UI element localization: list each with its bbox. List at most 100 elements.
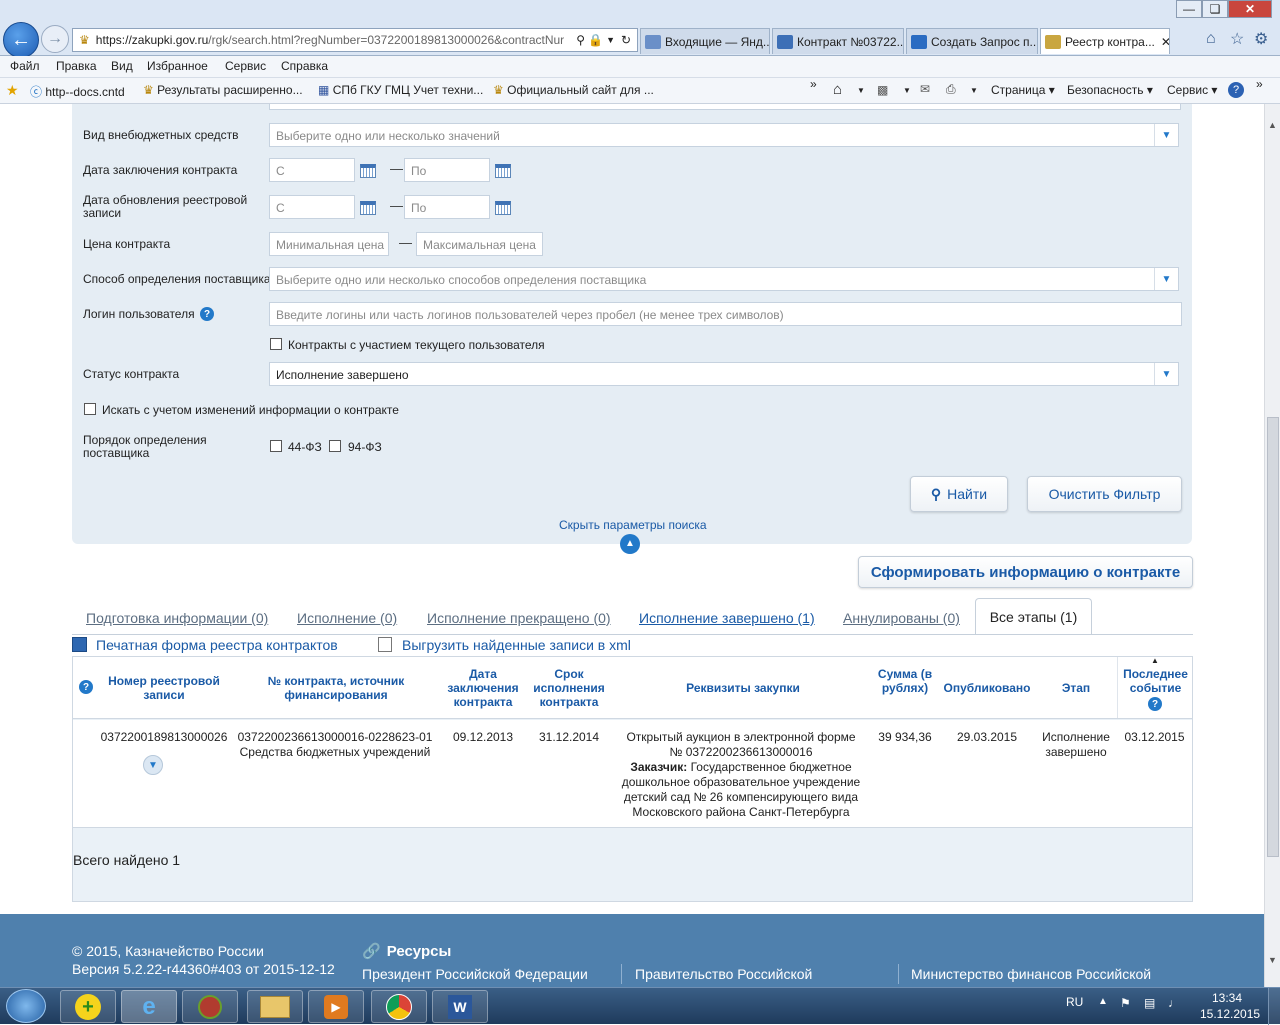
export-xml-link[interactable]: Выгрузить найденные записи в xml bbox=[378, 637, 631, 653]
favorite-results[interactable]: ♛ Результаты расширенно... bbox=[143, 83, 303, 97]
taskbar-chrome[interactable] bbox=[371, 990, 427, 1023]
col-sum[interactable]: Сумма (в рублях) bbox=[875, 667, 935, 695]
help-icon[interactable]: ? bbox=[1228, 82, 1244, 98]
find-button[interactable]: ⚲ Найти bbox=[910, 476, 1008, 512]
conclusion-date-to[interactable]: По bbox=[404, 158, 490, 182]
taskbar-ie[interactable]: e bbox=[121, 990, 177, 1023]
language-indicator[interactable]: RU bbox=[1066, 995, 1083, 1009]
contract-number[interactable]: 0372200236613000016-0228623-01 bbox=[235, 730, 435, 745]
command-security[interactable]: Безопасность ▾ bbox=[1067, 83, 1153, 97]
chevron-down-icon[interactable]: ▼ bbox=[1154, 363, 1178, 385]
price-min-input[interactable]: Минимальная цена bbox=[269, 232, 389, 256]
chevron-icon[interactable]: » bbox=[1256, 77, 1263, 91]
hide-search-link[interactable]: Скрыть параметры поиска bbox=[559, 518, 707, 532]
chevron-down-icon[interactable]: ▼ bbox=[1154, 268, 1178, 290]
dropdown-icon[interactable]: ▼ bbox=[903, 86, 911, 95]
taskbar-explorer[interactable] bbox=[247, 990, 303, 1023]
status-select[interactable]: Исполнение завершено ▼ bbox=[269, 362, 1179, 386]
tab-execution[interactable]: Исполнение (0) bbox=[297, 610, 397, 626]
scroll-up-icon[interactable]: ▲ bbox=[1268, 120, 1277, 130]
last-event-col[interactable]: ▲ Последнее событие ? bbox=[1117, 656, 1192, 718]
help-icon[interactable]: ? bbox=[200, 307, 214, 321]
tab-annulled[interactable]: Аннулированы (0) bbox=[843, 610, 960, 626]
current-user-checkbox[interactable] bbox=[270, 338, 282, 350]
expand-row-icon[interactable]: ▼ bbox=[143, 755, 163, 775]
volume-icon[interactable]: ♩ bbox=[1168, 996, 1180, 1010]
update-date-from[interactable]: С bbox=[269, 195, 355, 219]
collapse-up-icon[interactable]: ▲ bbox=[620, 534, 640, 554]
col-contract-number[interactable]: № контракта, источник финансирования bbox=[243, 674, 429, 702]
calendar-icon[interactable] bbox=[360, 164, 376, 178]
print-link[interactable]: Печатная форма реестра контрактов bbox=[72, 637, 338, 653]
vertical-scrollbar[interactable]: ▲ ▼ bbox=[1264, 104, 1280, 987]
scroll-down-icon[interactable]: ▼ bbox=[1268, 955, 1277, 965]
lock-icon[interactable]: 🔒 bbox=[588, 33, 603, 47]
home-icon[interactable]: ⌂ bbox=[1206, 30, 1216, 48]
col-stage[interactable]: Этап bbox=[1047, 681, 1105, 695]
rss-icon[interactable]: ▩ bbox=[877, 83, 888, 97]
menu-file[interactable]: Файл bbox=[10, 59, 40, 73]
chevron-down-icon[interactable]: ▼ bbox=[1154, 124, 1178, 146]
tab-request[interactable]: Создать Запрос п... bbox=[906, 28, 1038, 54]
close-tab-icon[interactable]: ✕ bbox=[1161, 35, 1169, 49]
tab-mail[interactable]: Входящие — Янд... bbox=[640, 28, 770, 54]
col-requisites[interactable]: Реквизиты закупки bbox=[633, 681, 853, 695]
law44-checkbox[interactable] bbox=[270, 440, 282, 452]
dropdown-icon[interactable]: ▼ bbox=[606, 35, 615, 45]
chevron-icon[interactable]: » bbox=[810, 77, 817, 91]
tab-preparation[interactable]: Подготовка информации (0) bbox=[86, 610, 268, 626]
help-icon[interactable]: ? bbox=[1148, 697, 1162, 711]
refresh-icon[interactable]: ↻ bbox=[621, 33, 631, 47]
dropdown-icon[interactable]: ▼ bbox=[857, 86, 865, 95]
login-input[interactable]: Введите логины или часть логинов пользов… bbox=[269, 302, 1182, 326]
clock-date[interactable]: 15.12.2015 bbox=[1200, 1007, 1260, 1021]
mail-icon[interactable]: ✉ bbox=[920, 82, 930, 96]
tab-registry[interactable]: Реестр контра... ✕ bbox=[1040, 28, 1170, 54]
back-button[interactable]: ← bbox=[3, 22, 39, 58]
price-max-input[interactable]: Максимальная цена bbox=[416, 232, 543, 256]
help-icon[interactable]: ? bbox=[79, 680, 93, 694]
search-icon[interactable]: ⚲ bbox=[572, 33, 585, 47]
col-term[interactable]: Срок исполнения контракта bbox=[529, 667, 609, 709]
col-published[interactable]: Опубликовано bbox=[937, 681, 1037, 695]
clear-filter-button[interactable]: Очистить Фильтр bbox=[1027, 476, 1182, 512]
favorite-official[interactable]: ♛ Официальный сайт для ... bbox=[493, 83, 654, 97]
clock-time[interactable]: 13:34 bbox=[1212, 991, 1242, 1005]
tab-contract[interactable]: Контракт №03722... bbox=[772, 28, 904, 54]
print-icon[interactable]: ⎙ bbox=[946, 82, 956, 97]
show-desktop-button[interactable] bbox=[1268, 988, 1280, 1025]
favorite-docs[interactable]: ⓒ http--docs.cntd bbox=[30, 83, 125, 100]
tab-completed[interactable]: Исполнение завершено (1) bbox=[639, 610, 815, 626]
footer-link-minfin[interactable]: Министерство финансов Российской bbox=[911, 966, 1151, 982]
offbudget-select[interactable]: Выберите одно или несколько значений ▼ bbox=[269, 123, 1179, 147]
tab-all-stages[interactable]: Все этапы (1) bbox=[975, 598, 1092, 635]
network-icon[interactable]: ▤ bbox=[1144, 996, 1155, 1010]
menu-tools[interactable]: Сервис bbox=[225, 59, 266, 73]
maximize-button[interactable]: ❏ bbox=[1202, 0, 1228, 18]
col-reg-number[interactable]: Номер реестровой записи bbox=[101, 674, 227, 702]
home-icon[interactable]: ⌂ bbox=[833, 81, 842, 98]
footer-link-government[interactable]: Правительство Российской bbox=[635, 966, 812, 982]
update-date-to[interactable]: По bbox=[404, 195, 490, 219]
favorites-star-icon[interactable]: ★ bbox=[6, 82, 19, 99]
menu-edit[interactable]: Правка bbox=[56, 59, 97, 73]
dropdown-icon[interactable]: ▼ bbox=[970, 86, 978, 95]
scrollbar-thumb[interactable] bbox=[1267, 417, 1279, 857]
command-tools[interactable]: Сервис ▾ bbox=[1167, 83, 1217, 97]
minimize-button[interactable]: — bbox=[1176, 0, 1202, 18]
flag-icon[interactable]: ⚑ bbox=[1120, 996, 1131, 1010]
taskbar-app-3[interactable] bbox=[182, 990, 238, 1023]
close-window-button[interactable]: ✕ bbox=[1228, 0, 1272, 18]
command-page[interactable]: Страница ▾ bbox=[991, 83, 1055, 97]
calendar-icon[interactable] bbox=[495, 164, 511, 178]
method-select[interactable]: Выберите одно или несколько способов опр… bbox=[269, 267, 1179, 291]
favorites-star-icon[interactable]: ☆ bbox=[1230, 29, 1244, 49]
tab-terminated[interactable]: Исполнение прекращено (0) bbox=[427, 610, 611, 626]
favorite-gmc[interactable]: ▦ СПб ГКУ ГМЦ Учет техни... bbox=[318, 83, 483, 97]
col-conclusion-date[interactable]: Дата заключения контракта bbox=[439, 667, 527, 709]
conclusion-date-from[interactable]: С bbox=[269, 158, 355, 182]
auction-number[interactable]: № 0372200236613000016 bbox=[613, 745, 869, 760]
start-button[interactable] bbox=[6, 989, 46, 1023]
calendar-icon[interactable] bbox=[360, 201, 376, 215]
taskbar-app-1[interactable]: + bbox=[60, 990, 116, 1023]
